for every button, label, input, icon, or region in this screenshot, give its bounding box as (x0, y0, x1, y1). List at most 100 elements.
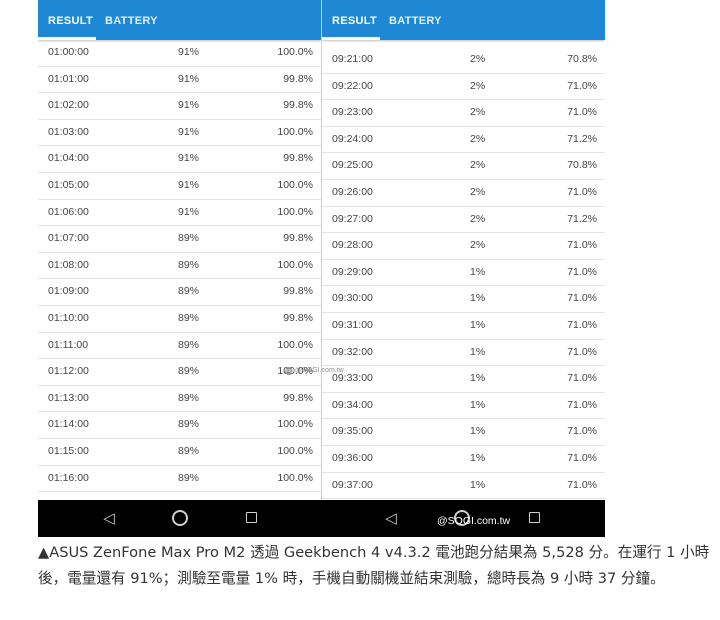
score-percent-cell: 71.0% (567, 265, 597, 278)
home-icon[interactable] (165, 500, 195, 537)
time-cell: 01:05:00 (48, 178, 89, 191)
time-cell: 09:34:00 (332, 398, 373, 411)
table-row: 09:22:00 2% 71.0% (322, 74, 605, 101)
battery-level-cell: 2% (470, 53, 486, 65)
time-cell: 09:24:00 (332, 132, 373, 145)
battery-level-cell: 2% (470, 159, 486, 172)
score-percent-cell: 100.0% (277, 178, 313, 191)
score-percent-cell: 99.8% (283, 285, 313, 298)
battery-level-cell: 2% (470, 185, 486, 198)
time-cell: 01:16:00 (48, 471, 89, 484)
battery-level-cell: 1% (470, 318, 486, 331)
battery-level-cell: 1% (470, 265, 486, 278)
table-row: 09:32:00 1% 71.0% (322, 340, 605, 367)
battery-level-cell: 89% (178, 232, 200, 245)
time-cell: 09:30:00 (332, 292, 373, 305)
score-percent-cell: 99.8% (283, 152, 313, 165)
table-row: 01:08:00 89% 100.0% (38, 253, 321, 280)
app-bar-right: RESULT BATTERY (322, 0, 605, 40)
time-cell: 01:08:00 (48, 258, 89, 271)
table-row: 01:16:00 89% 100.0% (38, 466, 321, 493)
time-cell: 01:04:00 (48, 152, 89, 165)
battery-level-cell: 91% (178, 72, 200, 85)
battery-level-cell: 89% (178, 418, 200, 431)
battery-level-cell: 89% (178, 391, 200, 404)
table-row: 09:31:00 1% 71.0% (322, 313, 605, 340)
battery-level-cell: 2% (470, 106, 486, 119)
score-percent-cell: 71.0% (567, 239, 597, 252)
score-percent-cell: 71.0% (567, 345, 597, 358)
table-row: 09:25:00 2% 70.8% (322, 153, 605, 180)
table-row: 09:29:00 1% 71.0% (322, 260, 605, 287)
score-percent-cell: 71.0% (567, 185, 597, 198)
battery-level-cell: 91% (178, 152, 200, 165)
time-cell: 01:15:00 (48, 444, 89, 457)
time-cell: 01:11:00 (48, 338, 89, 351)
tab-result-right[interactable]: RESULT (332, 0, 377, 40)
score-percent-cell: 71.0% (567, 372, 597, 385)
back-icon[interactable]: ◁ (94, 500, 124, 537)
battery-level-cell: 91% (178, 46, 200, 58)
screenshot-left: RESULT BATTERY 01:00:00 91% 100.0% 01:01:00… (38, 0, 321, 500)
table-row: 09:23:00 2% 71.0% (322, 100, 605, 127)
table-row: 09:35:00 1% 71.0% (322, 419, 605, 446)
table-row: 01:00:00 91% 100.0% (38, 40, 321, 67)
score-percent-cell: 100.0% (277, 338, 313, 351)
table-row: 01:04:00 91% 99.8% (38, 146, 321, 173)
score-percent-cell: 70.8% (567, 53, 597, 65)
score-percent-cell: 99.8% (283, 391, 313, 404)
table-row: 01:06:00 91% 100.0% (38, 200, 321, 227)
table-row: 09:37:00 1% 71.0% (322, 473, 605, 500)
battery-level-cell: 1% (470, 451, 486, 464)
battery-level-cell: 89% (178, 338, 200, 351)
time-cell: 01:06:00 (48, 205, 89, 218)
tab-result-left[interactable]: RESULT (48, 0, 93, 40)
battery-level-cell: 2% (470, 132, 486, 145)
time-cell: 09:23:00 (332, 106, 373, 119)
battery-level-cell: 91% (178, 99, 200, 112)
table-row: 09:30:00 1% 71.0% (322, 286, 605, 313)
battery-level-cell: 2% (470, 212, 486, 225)
back-icon-right[interactable]: ◁ (376, 500, 406, 537)
battery-level-cell: 89% (178, 471, 200, 484)
time-cell: 09:37:00 (332, 478, 373, 491)
recent-apps-icon[interactable] (236, 500, 266, 537)
android-nav-bar: ◁ ◁ (38, 500, 605, 537)
recent-apps-icon-right[interactable] (519, 500, 549, 537)
tab-battery-left[interactable]: BATTERY (105, 0, 158, 40)
table-row: 09:24:00 2% 71.2% (322, 127, 605, 154)
battery-log-list-left[interactable]: 01:00:00 91% 100.0% 01:01:00 91% 99.8% 01:02:0… (38, 40, 321, 493)
table-row: 09:36:00 1% 71.0% (322, 446, 605, 473)
battery-level-cell: 89% (178, 365, 200, 378)
score-percent-cell: 71.2% (567, 132, 597, 145)
score-percent-cell: 100.0% (277, 418, 313, 431)
score-percent-cell: 100.0% (277, 471, 313, 484)
score-percent-cell: 100.0% (277, 205, 313, 218)
score-percent-cell: 71.0% (567, 478, 597, 491)
battery-level-cell: 89% (178, 285, 200, 298)
screenshot-right: RESULT BATTERY 09:21:00 2% 70.8% 09:22:00 2%… (322, 0, 605, 500)
battery-level-cell: 89% (178, 311, 200, 324)
battery-level-cell: 1% (470, 292, 486, 305)
battery-log-list-right[interactable]: 09:21:00 2% 70.8% 09:22:00 2% 71.0% 09:23:00 2%… (322, 47, 605, 500)
score-percent-cell: 99.8% (283, 311, 313, 324)
score-percent-cell: 100.0% (277, 46, 313, 58)
time-cell: 09:31:00 (332, 318, 373, 331)
watermark-text-mid: @SOGI.com.tw (295, 367, 344, 374)
table-row: 01:09:00 89% 99.8% (38, 279, 321, 306)
battery-level-cell: 1% (470, 398, 486, 411)
time-cell: 09:29:00 (332, 265, 373, 278)
time-cell: 09:36:00 (332, 451, 373, 464)
battery-level-cell: 89% (178, 444, 200, 457)
score-percent-cell: 71.0% (567, 398, 597, 411)
table-row: 01:01:00 91% 99.8% (38, 67, 321, 94)
time-cell: 01:03:00 (48, 125, 89, 138)
time-cell: 01:13:00 (48, 391, 89, 404)
table-row: 01:10:00 89% 99.8% (38, 306, 321, 333)
time-cell: 01:14:00 (48, 418, 89, 431)
table-row: 01:15:00 89% 100.0% (38, 439, 321, 466)
tab-battery-right[interactable]: BATTERY (389, 0, 442, 40)
battery-level-cell: 1% (470, 425, 486, 438)
score-percent-cell: 71.2% (567, 212, 597, 225)
table-row: 01:07:00 89% 99.8% (38, 226, 321, 253)
